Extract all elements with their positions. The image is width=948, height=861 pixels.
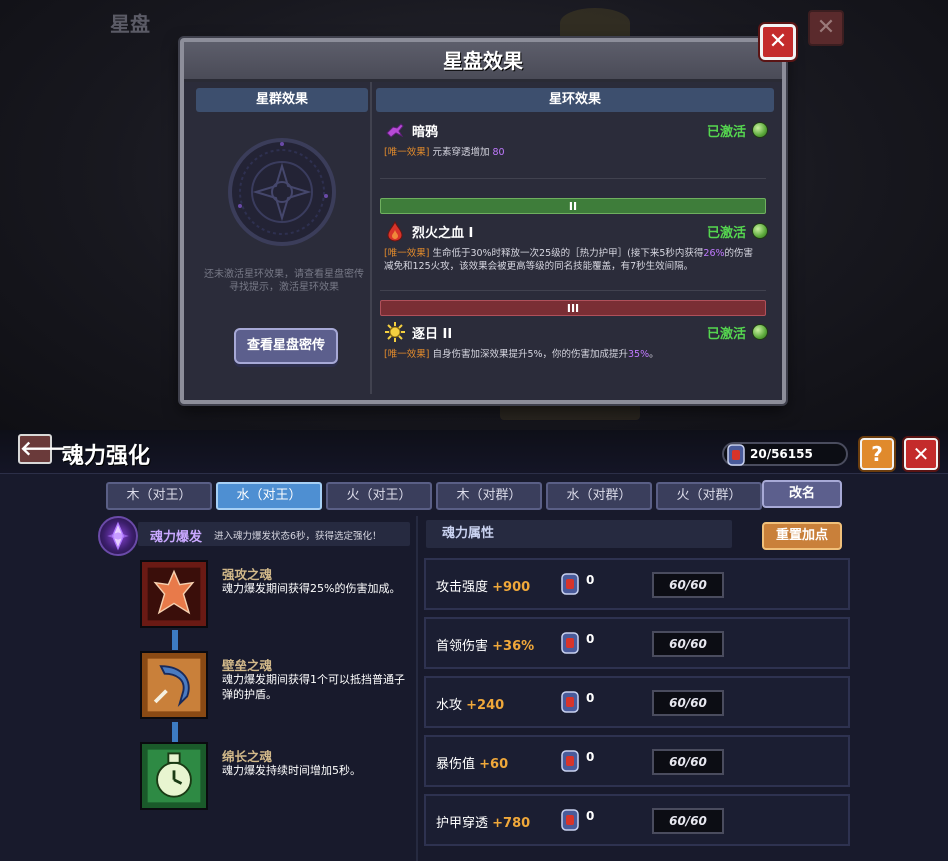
- soul-burst-header: 魂力爆发 进入魂力爆发状态6秒，获得选定强化！: [98, 516, 412, 556]
- constellation-hint: 还未激活星环效果，请查看星盘密传寻找提示，激活星环效果: [204, 269, 364, 293]
- soul-connector: [172, 630, 178, 650]
- effect-name: 烈火之血 I: [412, 225, 474, 241]
- separator: [380, 178, 766, 179]
- star-disk-popup: 星盘效果 星群效果 还未激活星环效果，请查看星盘密传寻找提示，激活星环效果 查看…: [180, 38, 786, 404]
- currency-counter: 20/56155: [722, 442, 848, 466]
- soul-gem-icon: [561, 750, 579, 772]
- tab-fire-group[interactable]: 火（对群）: [656, 482, 762, 510]
- soul-gem-icon: [727, 444, 745, 466]
- soul-burst-icon: [98, 516, 138, 556]
- soul-item-barrier[interactable]: 壁垒之魂 魂力爆发期间获得1个可以抵挡普通子弹的护盾。: [140, 651, 420, 723]
- attribute-label: 护甲穿透 +780: [436, 816, 531, 831]
- back-button[interactable]: 🡐: [18, 434, 74, 464]
- effect-name: 逐日 II: [412, 326, 453, 342]
- tab-water-boss[interactable]: 水（对王）: [216, 482, 322, 510]
- attribute-label: 水攻 +240: [436, 698, 505, 713]
- attribute-label: 首领伤害 +36%: [436, 639, 535, 654]
- soul-gem-icon: [561, 809, 579, 831]
- tab-wood-boss[interactable]: 木（对王）: [106, 482, 212, 510]
- attribute-row: 护甲穿透 +780 0 60/60: [424, 794, 850, 846]
- barrier-soul-icon: [140, 651, 208, 719]
- blood-drop-icon: [387, 220, 403, 242]
- attribute-label: 暴伤值 +60: [436, 757, 509, 772]
- help-button[interactable]: ?: [860, 438, 894, 470]
- column-divider: [370, 82, 372, 394]
- attribute-cost: 0: [586, 573, 595, 587]
- attribute-label: 攻击强度 +900: [436, 580, 531, 595]
- soul-connector: [172, 722, 178, 742]
- star-disk-icon: [228, 138, 336, 246]
- popup-close-button[interactable]: ✕: [760, 24, 796, 60]
- sun-icon: [385, 322, 405, 342]
- view-secret-button[interactable]: 查看星盘密传: [234, 328, 338, 364]
- attribute-cost: 0: [586, 691, 595, 705]
- soul-item-endurance[interactable]: 绵长之魂 魂力爆发持续时间增加5秒。: [140, 742, 420, 814]
- background-close-icon: ✕: [808, 10, 844, 46]
- attribute-header: 魂力属性: [426, 520, 732, 548]
- tier-2-bar: II: [380, 198, 766, 214]
- reset-points-button[interactable]: 重置加点: [762, 522, 842, 550]
- popup-title: 星盘效果: [184, 42, 782, 82]
- attribute-row: 首领伤害 +36% 0 60/60: [424, 617, 850, 669]
- popup-body: 星群效果 还未激活星环效果，请查看星盘密传寻找提示，激活星环效果 查看星盘密传 …: [188, 82, 778, 394]
- tier-3-bar: III: [380, 300, 766, 316]
- effect-status: 已激活: [706, 326, 746, 342]
- tab-wood-group[interactable]: 木（对群）: [436, 482, 542, 510]
- attribute-cost: 0: [586, 632, 595, 646]
- strike-soul-icon: [140, 560, 208, 628]
- effect-item: 烈火之血 I 已激活 [唯一效果] 生命低于30%时释放一次25级的［热力护甲］…: [384, 219, 768, 273]
- background-ornament: [560, 8, 630, 38]
- endurance-soul-icon: [140, 742, 208, 810]
- effect-name: 暗鸦: [412, 124, 439, 140]
- effect-status: 已激活: [706, 124, 746, 140]
- background-title: 星盘: [110, 12, 150, 36]
- attribute-progress[interactable]: 60/60: [652, 572, 724, 598]
- burst-title: 魂力爆发: [150, 530, 203, 545]
- soul-gem-icon: [561, 573, 579, 595]
- active-indicator-icon: [752, 122, 768, 138]
- rename-button[interactable]: 改名: [762, 480, 842, 508]
- effect-status: 已激活: [706, 225, 746, 241]
- effect-item: 暗鸦 已激活 [唯一效果] 元素穿透增加 80: [384, 118, 768, 159]
- attribute-cost: 0: [586, 750, 595, 764]
- tab-fire-boss[interactable]: 火（对王）: [326, 482, 432, 510]
- active-indicator-icon: [752, 223, 768, 239]
- effect-item: 逐日 II 已激活 [唯一效果] 自身伤害加深效果提升5%，你的伤害加成提升35…: [384, 320, 768, 361]
- tab-water-group[interactable]: 水（对群）: [546, 482, 652, 510]
- soul-gem-icon: [561, 632, 579, 654]
- star-ring-column: 星环效果 暗鸦 已激活 [唯一效果] 元素穿透增加 80 II 烈火之血 I 已…: [376, 88, 774, 394]
- currency-value: 20/56155: [750, 447, 813, 461]
- effect-description: [唯一效果] 生命低于30%时释放一次25级的［热力护甲］(接下来5秒内获得26…: [384, 248, 754, 272]
- close-button[interactable]: ✕: [904, 438, 938, 470]
- attribute-progress[interactable]: 60/60: [652, 808, 724, 834]
- effect-description: [唯一效果] 元素穿透增加 80: [384, 147, 505, 158]
- star-ring-header: 星环效果: [376, 88, 774, 112]
- effect-description: [唯一效果] 自身伤害加深效果提升5%，你的伤害加成提升35%。: [384, 349, 659, 360]
- active-indicator-icon: [752, 324, 768, 340]
- attribute-progress[interactable]: 60/60: [652, 631, 724, 657]
- attribute-row: 攻击强度 +900 0 60/60: [424, 558, 850, 610]
- attribute-row: 暴伤值 +60 0 60/60: [424, 735, 850, 787]
- attribute-row: 水攻 +240 0 60/60: [424, 676, 850, 728]
- soul-description: 魂力爆发期间获得1个可以抵挡普通子弹的护盾。: [222, 673, 405, 701]
- burst-description: 进入魂力爆发状态6秒，获得选定强化！: [214, 531, 382, 542]
- title-bar: 🡐 魂力强化 20/56155 ? ✕: [0, 430, 948, 474]
- soul-gem-icon: [561, 691, 579, 713]
- soul-description: 魂力爆发期间获得25%的伤害加成。: [222, 582, 401, 595]
- separator: [380, 290, 766, 291]
- soul-description: 魂力爆发持续时间增加5秒。: [222, 764, 361, 777]
- star-disk-scene: 星盘 ✕ 星盘效果 星群效果 还未激活星环效果，请查看星盘密传寻找提示，激活星环…: [0, 0, 948, 430]
- soul-item-strike[interactable]: 强攻之魂 魂力爆发期间获得25%的伤害加成。: [140, 560, 420, 632]
- attribute-progress[interactable]: 60/60: [652, 749, 724, 775]
- page-title: 魂力强化: [62, 444, 151, 469]
- crow-icon: [386, 123, 404, 138]
- constellation-column: 星群效果 还未激活星环效果，请查看星盘密传寻找提示，激活星环效果 查看星盘密传: [196, 88, 368, 390]
- constellation-header: 星群效果: [196, 88, 368, 112]
- soul-enhancement-scene: 🡐 魂力强化 20/56155 ? ✕ 木（对王） 水（对王） 火（对王） 木（…: [0, 430, 948, 861]
- attribute-progress[interactable]: 60/60: [652, 690, 724, 716]
- attribute-cost: 0: [586, 809, 595, 823]
